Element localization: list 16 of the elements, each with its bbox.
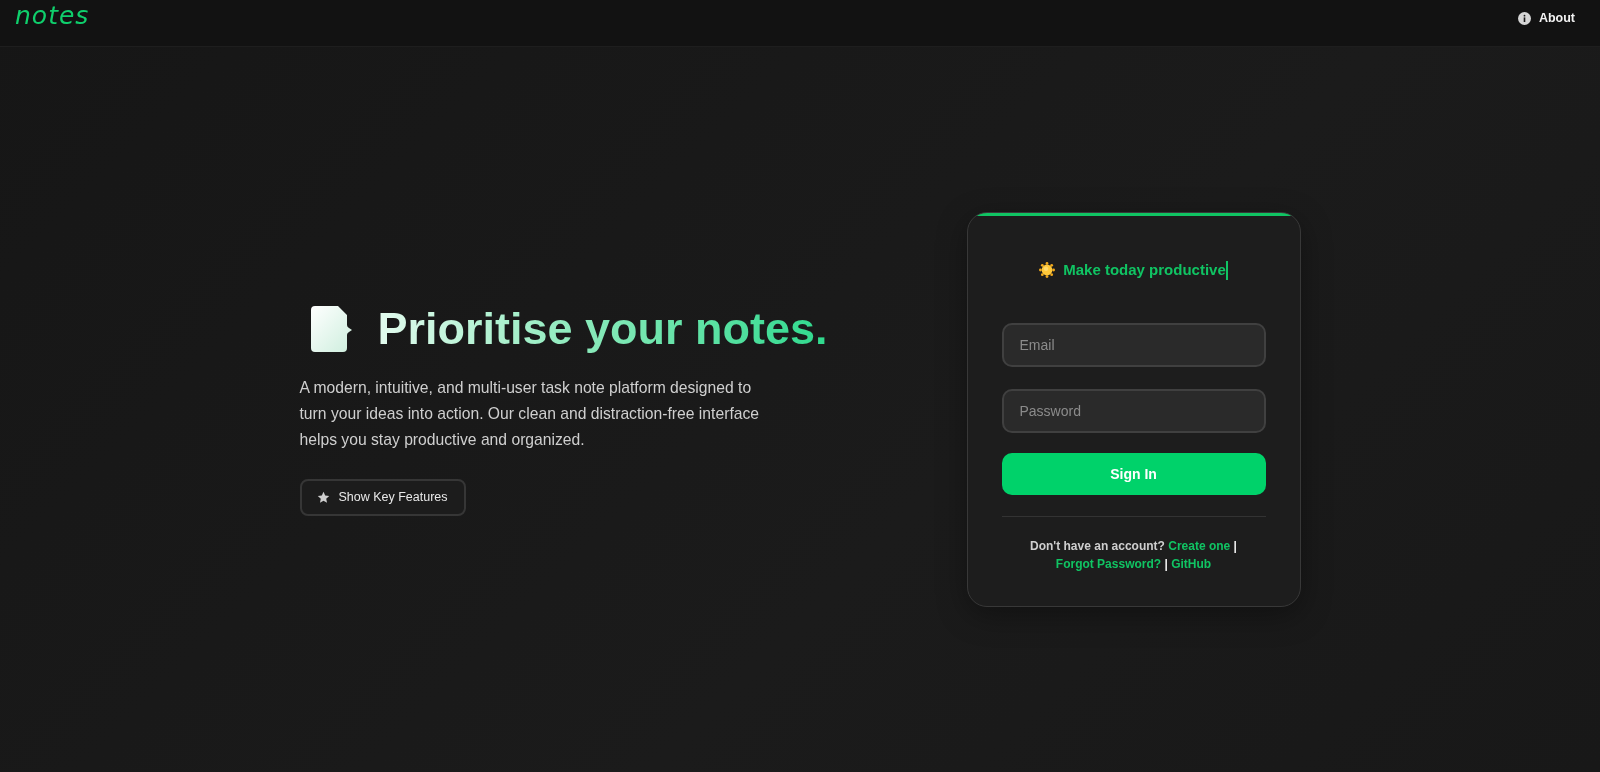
text-cursor-icon <box>1225 260 1228 280</box>
hero-description: A modern, intuitive, and multi-user task note platform designed to turn your ideas into action. Our clean and distraction-free interface helps you stay productive and organized. <box>299 377 761 450</box>
show-features-button[interactable]: Show Key Features <box>299 478 466 516</box>
email-field[interactable]: Email <box>1001 323 1266 367</box>
signup-prompt: Don't have an account? Create one | Forgot Password? | GitHub <box>1029 538 1238 573</box>
star-icon <box>317 490 331 504</box>
about-link[interactable]: About <box>1517 2 1575 28</box>
info-icon <box>1517 11 1531 25</box>
password-field[interactable]: Password <box>1001 389 1266 433</box>
text-link[interactable]: Create one <box>1168 539 1231 553</box>
text-link[interactable]: GitHub <box>1171 557 1212 571</box>
text-link[interactable]: Forgot Password? <box>1055 557 1162 571</box>
document-icon <box>310 306 354 352</box>
brand-logo[interactable]: notes <box>15 2 90 30</box>
tagline: Make today productive <box>1063 260 1226 280</box>
sun-icon <box>1039 262 1056 278</box>
